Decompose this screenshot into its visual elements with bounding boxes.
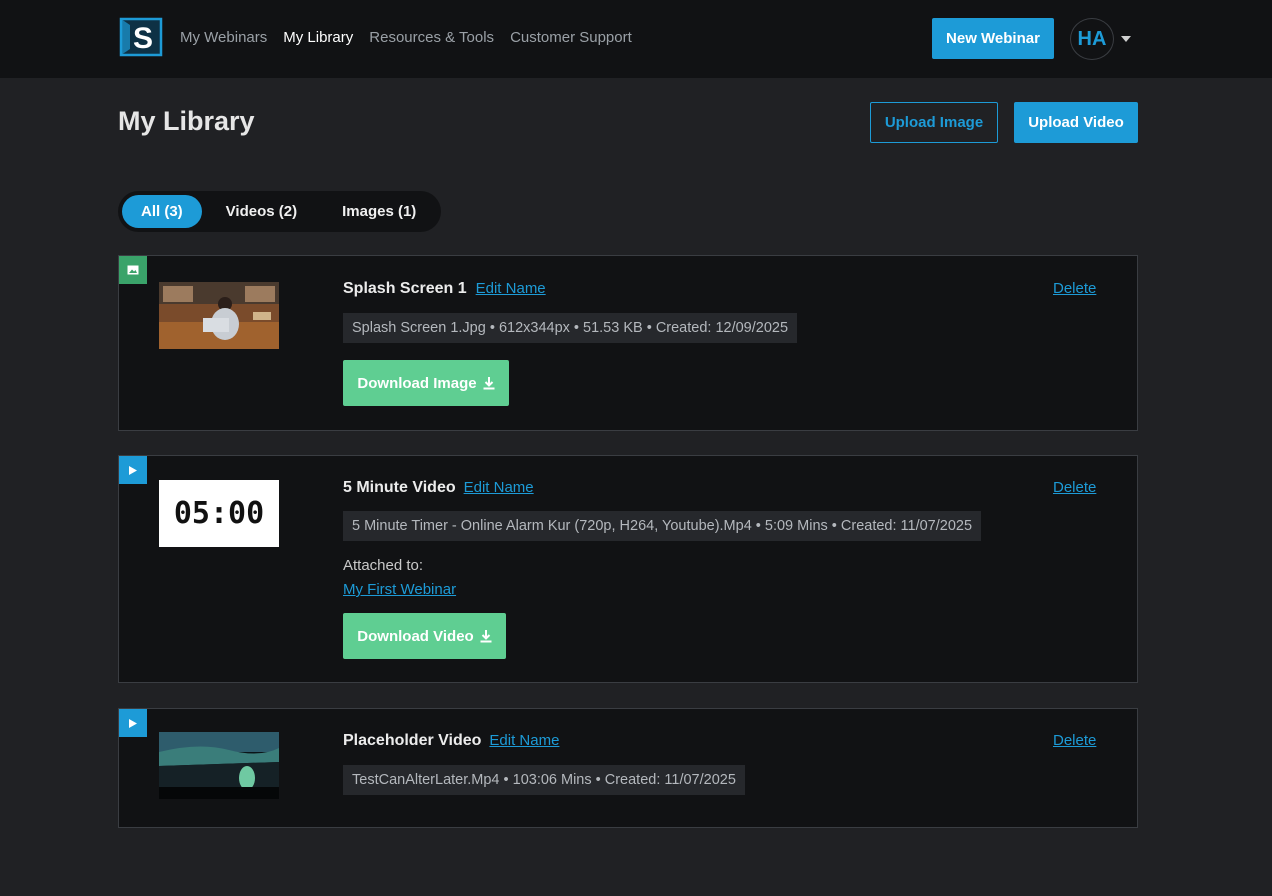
item-meta: 5 Minute Timer - Online Alarm Kur (720p,…	[343, 511, 982, 541]
edit-name-link[interactable]: Edit Name	[464, 479, 534, 496]
image-type-badge	[119, 256, 147, 284]
top-navbar: S My Webinars My Library Resources & Too…	[0, 0, 1272, 78]
chevron-down-icon[interactable]	[1121, 36, 1131, 42]
attached-webinar-link[interactable]: My First Webinar	[343, 581, 456, 598]
item-thumbnail-image	[159, 282, 279, 349]
video-type-badge	[119, 709, 147, 737]
download-button-label: Download Image	[357, 374, 477, 392]
nav-resources-tools[interactable]: Resources & Tools	[369, 29, 494, 46]
attached-to-label: Attached to:	[343, 557, 424, 574]
library-item-card: Placeholder Video Edit Name Delete TestCa…	[118, 708, 1138, 828]
app-logo-icon[interactable]: S	[118, 16, 164, 58]
thumbnail-timer-text: 05:00	[173, 496, 265, 531]
delete-link[interactable]: Delete	[1053, 280, 1096, 297]
item-title: Placeholder Video	[343, 732, 482, 749]
play-icon	[129, 718, 137, 728]
user-avatar[interactable]: HA	[1070, 18, 1114, 60]
svg-text:S: S	[133, 22, 153, 55]
nav-my-library[interactable]: My Library	[283, 29, 353, 46]
tab-images[interactable]: Images (1)	[323, 195, 435, 228]
edit-name-link[interactable]: Edit Name	[476, 280, 546, 297]
item-meta: TestCanAlterLater.Mp4 • 103:06 Mins • Cr…	[343, 765, 745, 795]
main-nav: My Webinars My Library Resources & Tools…	[180, 29, 632, 46]
item-title: Splash Screen 1	[343, 280, 467, 297]
edit-name-link[interactable]: Edit Name	[489, 732, 559, 749]
download-icon	[480, 629, 492, 642]
download-image-button[interactable]: Download Image	[343, 360, 509, 406]
item-meta: Splash Screen 1.Jpg • 612x344px • 51.53 …	[343, 313, 798, 343]
library-item-card: 05:00 5 Minute Video Edit Name Delete 5 M…	[118, 455, 1138, 683]
library-filter-tabs: All (3) Videos (2) Images (1)	[118, 191, 441, 232]
delete-link[interactable]: Delete	[1053, 479, 1096, 496]
item-thumbnail-video	[159, 732, 279, 799]
nav-customer-support[interactable]: Customer Support	[510, 29, 632, 46]
upload-image-button[interactable]: Upload Image	[870, 102, 998, 143]
image-icon	[127, 265, 139, 275]
play-icon	[129, 465, 137, 475]
nav-my-webinars[interactable]: My Webinars	[180, 29, 267, 46]
library-item-card: Splash Screen 1 Edit Name Delete Splash S…	[118, 255, 1138, 431]
download-video-button[interactable]: Download Video	[343, 613, 506, 659]
tab-videos[interactable]: Videos (2)	[207, 195, 316, 228]
page-title: My Library	[118, 106, 255, 136]
upload-video-button[interactable]: Upload Video	[1014, 102, 1138, 143]
delete-link[interactable]: Delete	[1053, 732, 1096, 749]
download-button-label: Download Video	[357, 627, 474, 645]
item-thumbnail-video: 05:00	[159, 480, 279, 547]
tab-all[interactable]: All (3)	[122, 195, 202, 228]
video-type-badge	[119, 456, 147, 484]
item-title: 5 Minute Video	[343, 479, 456, 496]
new-webinar-button[interactable]: New Webinar	[932, 18, 1054, 59]
download-icon	[483, 376, 495, 389]
